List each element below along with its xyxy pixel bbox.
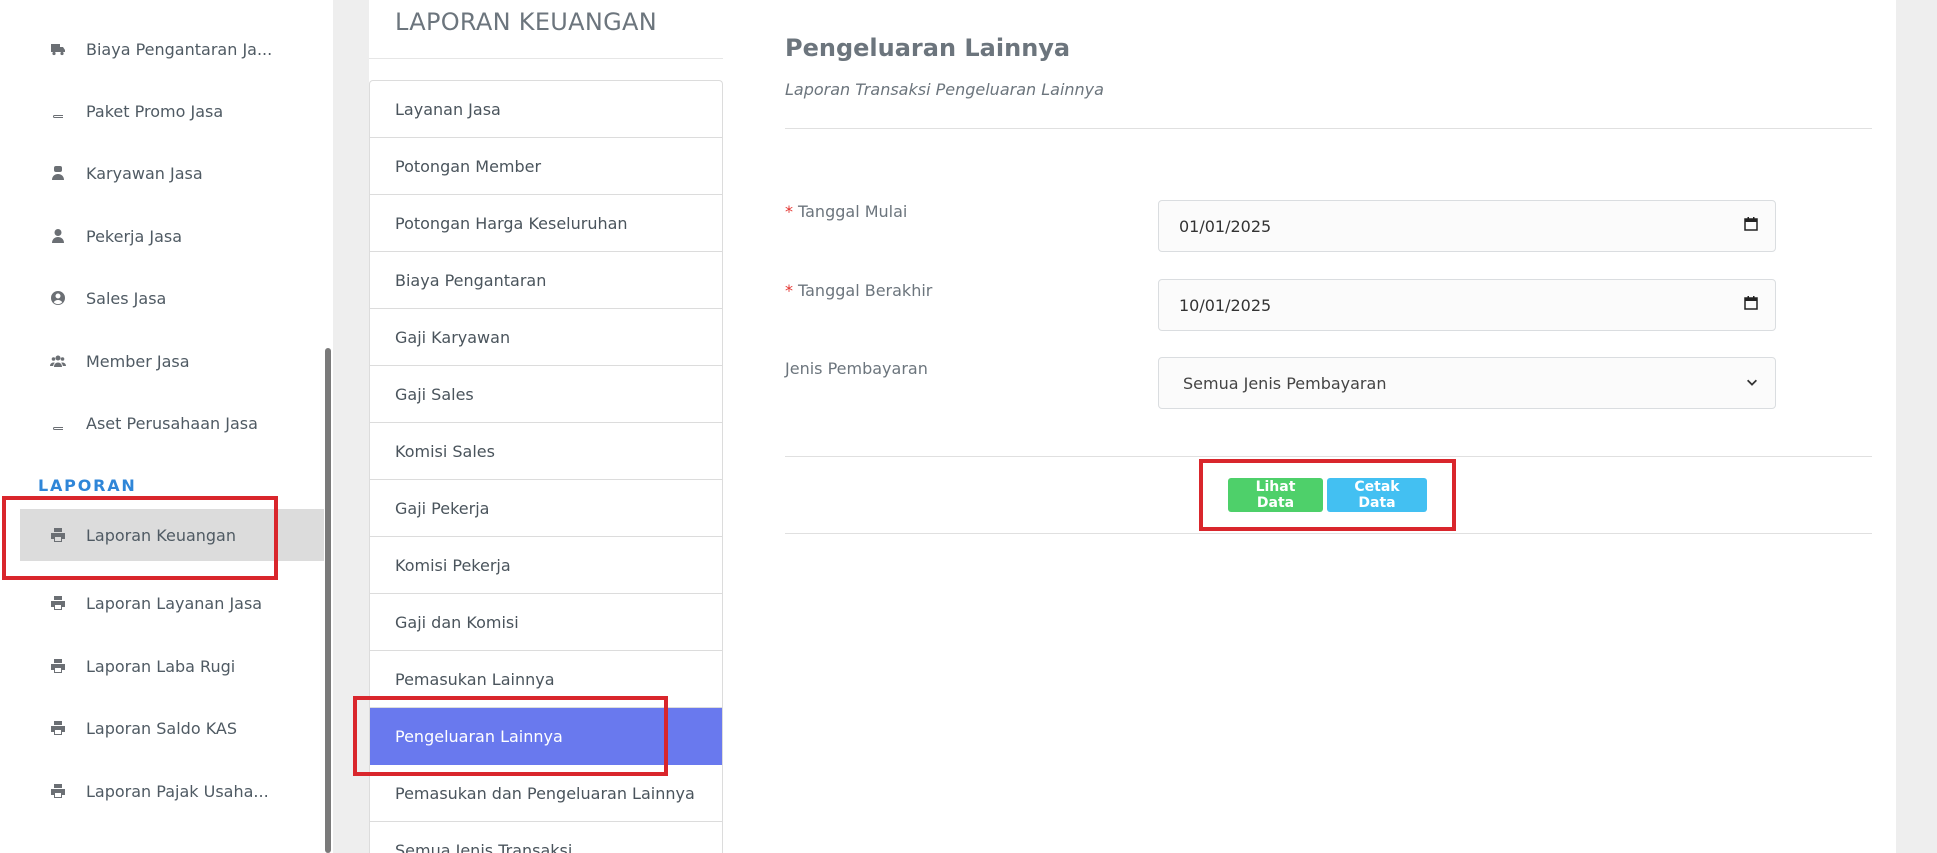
- payment-type-label: Jenis Pembayaran: [785, 359, 928, 378]
- sidebar-item-laporan-keuangan[interactable]: Laporan Keuangan: [20, 509, 324, 561]
- sidebar-item-label: Biaya Pengantaran Ja...: [86, 39, 273, 59]
- sidebar-item-label: Member Jasa: [86, 351, 190, 371]
- report-menu-list: Layanan Jasa Potongan Member Potongan Ha…: [369, 80, 723, 853]
- sidebar-item-label: Laporan Laba Rugi: [86, 656, 236, 676]
- print-icon: [49, 594, 67, 612]
- report-menu-item[interactable]: Gaji dan Komisi: [370, 594, 722, 651]
- print-icon: [49, 526, 67, 544]
- start-date-input[interactable]: 01/01/2025: [1158, 200, 1776, 252]
- start-date-value: 01/01/2025: [1179, 216, 1272, 236]
- calendar-icon[interactable]: [1743, 216, 1759, 236]
- sidebar-item-label: Laporan Pajak Usaha...: [86, 781, 269, 801]
- sidebar-item-pekerja[interactable]: Pekerja Jasa: [20, 210, 324, 262]
- sidebar-item-sales[interactable]: Sales Jasa: [20, 272, 324, 324]
- sidebar-item-label: Karyawan Jasa: [86, 163, 203, 183]
- start-date-label: * Tanggal Mulai: [785, 202, 907, 221]
- sidebar-item-label: Pekerja Jasa: [86, 226, 183, 246]
- report-menu-title: LAPORAN KEUANGAN: [395, 8, 658, 36]
- end-date-value: 10/01/2025: [1179, 295, 1272, 315]
- form-title: Pengeluaran Lainnya: [785, 34, 1071, 62]
- sidebar-item-member[interactable]: Member Jasa: [20, 335, 324, 387]
- end-date-input[interactable]: 10/01/2025: [1158, 279, 1776, 331]
- calendar-icon[interactable]: [1743, 295, 1759, 315]
- report-menu-item[interactable]: Semua Jenis Transaksi: [370, 822, 722, 853]
- sidebar-item-label: Laporan Saldo KAS: [86, 718, 238, 738]
- sidebar-item-laporan-layanan[interactable]: Laporan Layanan Jasa: [20, 577, 324, 629]
- view-data-button[interactable]: Lihat Data: [1228, 478, 1323, 512]
- form-subtitle: Laporan Transaksi Pengeluaran Lainnya: [785, 80, 1104, 99]
- report-menu-item-active[interactable]: Pengeluaran Lainnya: [370, 708, 722, 765]
- sidebar-item-laporan-saldo-kas[interactable]: Laporan Saldo KAS: [20, 702, 324, 754]
- payment-type-select[interactable]: Semua Jenis Pembayaran: [1158, 357, 1776, 409]
- sidebar-item-karyawan[interactable]: Karyawan Jasa: [20, 147, 324, 199]
- report-menu-item[interactable]: Layanan Jasa: [370, 81, 722, 138]
- report-menu-item[interactable]: Pemasukan Lainnya: [370, 651, 722, 708]
- sidebar-item-laporan-laba-rugi[interactable]: Laporan Laba Rugi: [20, 640, 324, 692]
- print-icon: [49, 782, 67, 800]
- print-icon: [49, 657, 67, 675]
- user-tie-icon: [49, 164, 67, 182]
- report-menu-item[interactable]: Pemasukan dan Pengeluaran Lainnya: [370, 765, 722, 822]
- divider: [785, 456, 1872, 457]
- sidebar: Biaya Pengantaran Ja... Paket Promo Jasa…: [0, 0, 333, 853]
- end-date-label: * Tanggal Berakhir: [785, 281, 932, 300]
- sidebar-item-paket-promo[interactable]: Paket Promo Jasa: [20, 85, 324, 137]
- truck-icon: [49, 40, 67, 58]
- sidebar-item-label: Sales Jasa: [86, 288, 167, 308]
- sidebar-scrollbar[interactable]: [325, 348, 331, 853]
- sidebar-item-laporan-pajak[interactable]: Laporan Pajak Usaha...: [20, 765, 324, 817]
- divider: [785, 533, 1872, 534]
- report-menu-item[interactable]: Komisi Pekerja: [370, 537, 722, 594]
- chevron-down-icon: [1745, 374, 1759, 393]
- payment-type-value: Semua Jenis Pembayaran: [1183, 373, 1387, 393]
- required-marker: *: [785, 202, 793, 221]
- report-menu-item[interactable]: Biaya Pengantaran: [370, 252, 722, 309]
- report-card: LAPORAN KEUANGAN Layanan Jasa Potongan M…: [369, 0, 1896, 853]
- required-marker: *: [785, 281, 793, 300]
- user-icon: [49, 227, 67, 245]
- report-menu-item[interactable]: Gaji Pekerja: [370, 480, 722, 537]
- report-menu-item[interactable]: Potongan Harga Keseluruhan: [370, 195, 722, 252]
- book-icon: [49, 102, 67, 120]
- sidebar-section-heading: LAPORAN: [38, 476, 137, 495]
- sidebar-item-biaya-pengantaran[interactable]: Biaya Pengantaran Ja...: [20, 23, 324, 75]
- report-menu-item[interactable]: Komisi Sales: [370, 423, 722, 480]
- end-date-label-text: Tanggal Berakhir: [798, 281, 933, 300]
- report-menu-item[interactable]: Potongan Member: [370, 138, 722, 195]
- report-menu-item[interactable]: Gaji Sales: [370, 366, 722, 423]
- book-icon: [49, 414, 67, 432]
- users-icon: [49, 352, 67, 370]
- print-data-button[interactable]: Cetak Data: [1327, 478, 1427, 512]
- start-date-label-text: Tanggal Mulai: [798, 202, 908, 221]
- sidebar-item-label: Laporan Layanan Jasa: [86, 593, 263, 613]
- sidebar-item-label: Aset Perusahaan Jasa: [86, 413, 258, 433]
- divider: [785, 128, 1872, 129]
- sidebar-item-label: Laporan Keuangan: [86, 525, 236, 545]
- print-icon: [49, 719, 67, 737]
- report-menu-item[interactable]: Gaji Karyawan: [370, 309, 722, 366]
- sidebar-item-label: Paket Promo Jasa: [86, 101, 224, 121]
- divider: [369, 58, 723, 59]
- user-circle-icon: [49, 289, 67, 307]
- sidebar-item-aset[interactable]: Aset Perusahaan Jasa: [20, 397, 324, 449]
